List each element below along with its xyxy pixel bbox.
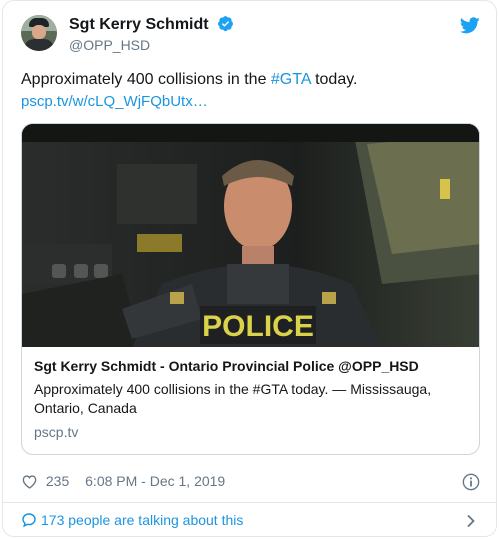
chevron-right-icon[interactable] <box>466 514 476 528</box>
twitter-bird-icon[interactable] <box>460 17 480 34</box>
hashtag-link[interactable]: #GTA <box>271 71 311 88</box>
conversation-label[interactable]: 173 people are talking about this <box>41 512 243 528</box>
author-display-name[interactable]: Sgt Kerry Schmidt <box>69 15 209 35</box>
link-card[interactable]: POLICE Sgt Kerry Schmidt - Ontario Provi… <box>21 123 480 455</box>
tweet-text: Approximately 400 collisions in the #GTA… <box>21 69 480 113</box>
tweet-text-part: Approximately 400 collisions in the <box>21 71 271 88</box>
card-info: Sgt Kerry Schmidt - Ontario Provincial P… <box>22 347 479 440</box>
like-count[interactable]: 235 <box>46 473 69 489</box>
tweet-url-link[interactable]: pscp.tv/w/cLQ_WjFQbUtx… <box>21 91 480 113</box>
card-title: Sgt Kerry Schmidt - Ontario Provincial P… <box>34 358 419 374</box>
conversation-link[interactable]: 173 people are talking about this <box>21 512 480 532</box>
tweet-text-part: today. <box>310 71 358 88</box>
embedded-tweet: Sgt Kerry Schmidt @OPP_HSD Approximately… <box>2 0 497 537</box>
card-domain: pscp.tv <box>34 424 79 440</box>
police-patch-text: POLICE <box>202 310 314 343</box>
tweet-header: Sgt Kerry Schmidt @OPP_HSD <box>21 13 482 61</box>
speech-bubble-icon <box>22 513 36 528</box>
heart-icon[interactable] <box>21 474 38 489</box>
verified-badge-icon <box>218 16 233 32</box>
avatar[interactable] <box>21 15 57 51</box>
divider <box>3 502 496 503</box>
card-image[interactable]: POLICE <box>22 124 479 347</box>
police-car-photo: POLICE <box>22 124 479 347</box>
info-icon[interactable] <box>462 473 480 491</box>
author-block: Sgt Kerry Schmidt @OPP_HSD <box>69 15 234 54</box>
card-description: Approximately 400 collisions in the #GTA… <box>34 381 432 416</box>
timestamp[interactable]: 6:08 PM - Dec 1, 2019 <box>85 473 225 489</box>
tweet-meta: 235 6:08 PM - Dec 1, 2019 <box>21 473 480 493</box>
author-handle[interactable]: @OPP_HSD <box>69 36 234 54</box>
